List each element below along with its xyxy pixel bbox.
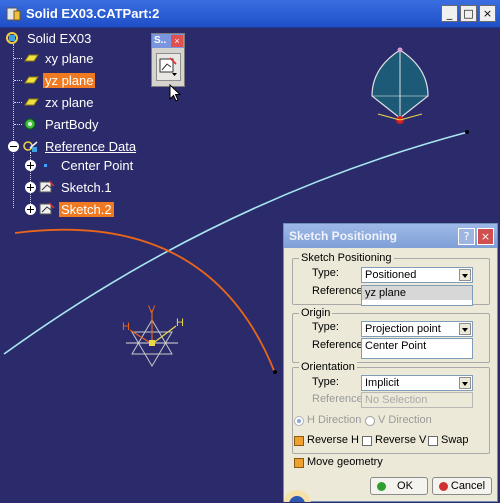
specification-tree: Solid EX03 xy plane yz plane zx plane Pa… [0,28,160,228]
h-axis-label-right: H [176,317,184,329]
tree-root-node[interactable]: Solid EX03 [4,29,93,47]
sketch-icon [39,180,55,193]
positioning-reference-field[interactable]: yz plane [361,285,473,301]
collapse-reference-data-toggle[interactable] [8,141,19,152]
tree-item-label: Center Point [61,157,134,173]
h-direction-label: H Direction [307,414,362,426]
tree-item-label: zx plane [45,94,94,110]
reverse-h-label: Reverse H [307,434,359,446]
chevron-down-icon[interactable] [459,269,471,281]
group-label: Origin [299,307,333,319]
plane-icon [24,76,39,84]
tree-item-xy-plane[interactable]: xy plane [22,49,95,67]
catia-part-window: Solid EX03.CATPart:2 _ □ × H V H Solid E… [0,0,500,503]
tree-item-reference-data[interactable]: Reference Data [22,137,138,155]
orientation-reference-field[interactable]: No Selection [361,392,473,408]
maximize-button[interactable]: □ [460,5,477,22]
tree-item-label: yz plane [43,72,96,88]
tree-item-center-point[interactable]: Center Point [38,156,135,174]
reference-label: Reference: [312,285,366,297]
cancel-label: Cancel [450,480,486,492]
dialog-title: Sketch Positioning [289,229,398,243]
origin-reference-field-ext [361,353,473,359]
select-value: Implicit [365,377,400,389]
tree-item-label: Sketch.2 [59,201,114,217]
group-label: Sketch Positioning [299,252,394,264]
h-axis-label-left: H [122,321,130,333]
positioned-sketch-icon [159,57,177,76]
type-label: Type: [312,267,339,279]
ok-icon [377,482,386,491]
minimize-button[interactable]: _ [441,5,458,22]
h-direction-radio[interactable] [294,416,304,426]
sketch-axis-symbol [126,310,178,367]
arc-end-point [273,370,277,374]
window-titlebar[interactable]: Solid EX03.CATPart:2 _ □ × [0,0,500,28]
close-button[interactable]: × [479,5,496,22]
plane-icon [24,54,39,62]
catpart-icon [6,7,21,21]
v-direction-radio[interactable] [365,416,375,426]
group-label: Orientation [299,361,357,373]
mouse-cursor-icon [169,84,182,102]
sketch-icon [39,202,55,215]
move-geometry-label: Move geometry [307,456,383,468]
type-label: Type: [312,376,339,388]
gear-body-icon [24,118,36,130]
expand-sketch2-toggle[interactable] [25,204,36,215]
tree-item-sketch2[interactable]: Sketch.2 [38,200,114,218]
dialog-corner-graphic [284,490,311,502]
select-value: Projection point [365,323,441,335]
v-direction-label: V Direction [378,414,432,426]
expand-center-point-toggle[interactable] [25,160,36,171]
expand-sketch1-toggle[interactable] [25,182,36,193]
orientation-type-select[interactable]: Implicit [361,375,473,391]
tree-item-yz-plane[interactable]: yz plane [22,71,96,89]
curve-end-point [465,130,469,134]
tree-item-label: Sketch.1 [61,179,112,195]
select-value: Positioned [365,269,417,281]
origin-type-select[interactable]: Projection point [361,321,473,337]
swap-label: Swap [441,434,469,446]
v-axis-label: V [148,304,156,316]
tree-item-label: PartBody [45,116,99,132]
positioning-type-select[interactable]: Positioned [361,267,473,283]
positioning-reference-field-ext [361,300,473,306]
dialog-close-button[interactable]: × [477,228,494,245]
sketcher-toolbar[interactable]: S.. × [151,33,185,87]
window-title: Solid EX03.CATPart:2 [26,6,160,21]
orange-arc-curve [14,228,276,374]
tree-item-partbody[interactable]: PartBody [22,115,100,133]
ok-button[interactable]: OK [370,477,428,495]
origin-reference-field[interactable]: Center Point [361,338,473,354]
reverse-h-checkbox[interactable] [294,436,304,446]
help-button[interactable]: ? [458,228,475,245]
cancel-icon [439,482,448,491]
toolbar-close-button[interactable]: × [171,35,183,47]
geometrical-set-icon [23,141,38,152]
part-root-icon [6,32,18,44]
cancel-button[interactable]: Cancel [432,477,492,495]
plane-icon [24,98,39,106]
tree-item-sketch1[interactable]: Sketch.1 [38,178,114,196]
tree-item-label: xy plane [45,50,94,66]
reference-label: Reference: [312,339,366,351]
reference-label: Reference: [312,393,366,405]
move-geometry-checkbox[interactable] [294,458,304,468]
chevron-down-icon[interactable] [459,323,471,335]
tree-item-zx-plane[interactable]: zx plane [22,93,95,111]
type-label: Type: [312,321,339,333]
compass-widget [371,47,429,124]
tree-root-label: Solid EX03 [27,30,92,46]
point-icon [44,164,47,167]
ok-label: OK [397,480,413,492]
reverse-v-checkbox[interactable] [362,436,372,446]
swap-checkbox[interactable] [428,436,438,446]
reverse-v-label: Reverse V [375,434,427,446]
positioned-sketch-button[interactable] [156,53,181,81]
sketch-positioning-dialog: Sketch Positioning ? × Sketch Positionin… [283,223,498,502]
tree-item-label: Reference Data [45,138,137,154]
dialog-titlebar[interactable]: Sketch Positioning ? × [284,224,497,248]
chevron-down-icon[interactable] [459,377,471,389]
